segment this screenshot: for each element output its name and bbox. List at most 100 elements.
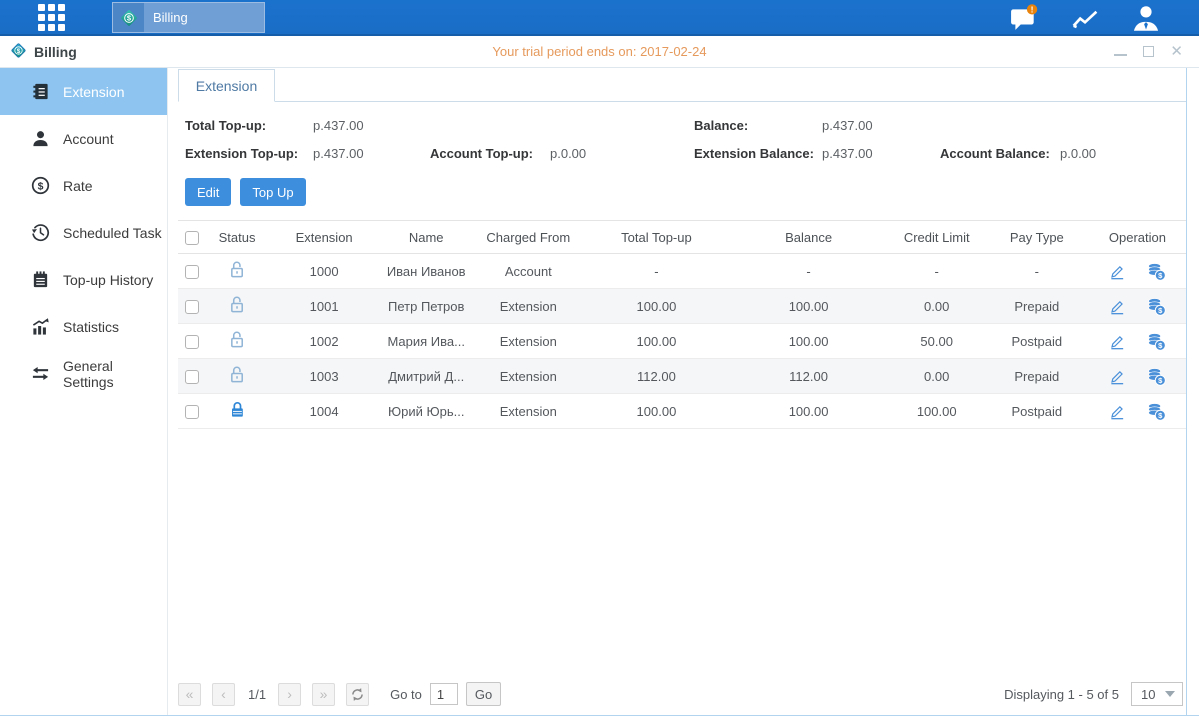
top-up-coins-icon[interactable]: $ [1147,402,1166,421]
col-name: Name [380,221,472,254]
col-credit-limit: Credit Limit [889,221,985,254]
minimize-button[interactable] [1114,47,1127,56]
close-button[interactable]: ✕ [1170,46,1183,57]
next-page-button[interactable]: › [278,683,301,706]
cell-total-topup: 100.00 [584,289,728,324]
edit-icon[interactable] [1109,263,1126,280]
cell-name: Юрий Юрь... [380,394,472,429]
status-unlocked-icon [229,260,246,279]
table-row: 1004 Юрий Юрь... Extension 100.00 100.00… [178,394,1186,429]
first-page-button[interactable]: « [178,683,201,706]
general-settings-icon [31,364,50,383]
sidebar-item-label: Scheduled Task [63,225,162,241]
cell-extension: 1001 [268,289,380,324]
status-unlocked-icon [229,295,246,314]
table-row: 1002 Мария Ива... Extension 100.00 100.0… [178,324,1186,359]
cell-total-topup: - [584,254,728,289]
app-grid-icon[interactable] [38,4,65,31]
col-operation: Operation [1089,221,1186,254]
cell-pay-type: - [985,254,1089,289]
balance-value: p.437.00 [822,118,940,133]
system-topbar: $ Billing ! [0,0,1199,36]
col-pay-type: Pay Type [985,221,1089,254]
row-checkbox[interactable] [185,265,199,279]
cell-extension: 1000 [268,254,380,289]
cell-pay-type: Prepaid [985,289,1089,324]
extension-icon [31,82,50,101]
cell-credit-limit: 100.00 [889,394,985,429]
goto-label: Go to [390,687,422,702]
topup-history-icon [31,270,50,289]
balance-label: Balance: [694,118,822,133]
pagination-bar: « ‹ 1/1 › » Go to Go Displaying 1 - 5 of… [178,682,1183,706]
extensions-table: Status Extension Name Charged From Total… [178,220,1186,429]
row-checkbox[interactable] [185,300,199,314]
row-checkbox[interactable] [185,335,199,349]
row-checkbox[interactable] [185,405,199,419]
cell-name: Дмитрий Д... [380,359,472,394]
top-up-button[interactable]: Top Up [240,178,305,206]
extension-balance-value: p.437.00 [822,146,940,161]
prev-page-button[interactable]: ‹ [212,683,235,706]
top-up-coins-icon[interactable]: $ [1147,262,1166,281]
last-page-button[interactable]: » [312,683,335,706]
sidebar-item-account[interactable]: Account [0,115,167,162]
top-up-coins-icon[interactable]: $ [1147,367,1166,386]
row-checkbox[interactable] [185,370,199,384]
sidebar: Extension Account $ Rate Scheduled Task [0,68,168,715]
cell-charged-from: Account [472,254,584,289]
sidebar-item-statistics[interactable]: Statistics [0,303,167,350]
edit-icon[interactable] [1109,403,1126,420]
messages-icon[interactable]: ! [1007,4,1041,32]
cell-balance: 100.00 [729,324,889,359]
user-icon[interactable] [1129,4,1163,32]
cell-total-topup: 100.00 [584,394,728,429]
cell-balance: 100.00 [729,289,889,324]
taskbar-billing-button[interactable]: $ Billing [112,2,265,33]
maximize-button[interactable] [1143,46,1154,57]
refresh-button[interactable] [346,683,369,706]
account-icon [31,129,50,148]
monitor-chart-icon[interactable] [1068,4,1102,32]
sidebar-item-label: Statistics [63,319,119,335]
total-topup-value: p.437.00 [313,118,430,133]
col-total-topup: Total Top-up [584,221,728,254]
col-balance: Balance [729,221,889,254]
sidebar-item-general-settings[interactable]: General Settings [0,350,167,397]
account-balance-label: Account Balance: [940,146,1060,161]
edit-icon[interactable] [1109,368,1126,385]
cell-charged-from: Extension [472,324,584,359]
select-all-checkbox[interactable] [185,231,199,245]
sidebar-item-topup-history[interactable]: Top-up History [0,256,167,303]
goto-page-input[interactable] [430,683,458,705]
edit-icon[interactable] [1109,298,1126,315]
tab-strip: Extension [178,68,1186,102]
status-unlocked-icon [229,365,246,384]
page-size-select[interactable]: 10 [1131,682,1183,706]
tab-extension[interactable]: Extension [178,69,275,102]
trial-message: Your trial period ends on: 2017-02-24 [0,44,1199,59]
col-charged-from: Charged From [472,221,584,254]
edit-button[interactable]: Edit [185,178,231,206]
top-up-coins-icon[interactable]: $ [1147,297,1166,316]
sidebar-item-scheduled-task[interactable]: Scheduled Task [0,209,167,256]
cell-name: Петр Петров [380,289,472,324]
cell-pay-type: Postpaid [985,394,1089,429]
page-title: Billing [34,44,77,60]
go-button[interactable]: Go [466,682,501,706]
sidebar-item-rate[interactable]: $ Rate [0,162,167,209]
window-header: $ Billing Your trial period ends on: 201… [0,36,1199,68]
cell-pay-type: Postpaid [985,324,1089,359]
sidebar-item-extension[interactable]: Extension [0,68,167,115]
top-up-coins-icon[interactable]: $ [1147,332,1166,351]
svg-text:$: $ [38,181,44,192]
edit-icon[interactable] [1109,333,1126,350]
col-extension: Extension [268,221,380,254]
table-row: 1000 Иван Иванов Account - - - - [178,254,1186,289]
statistics-icon [31,317,50,336]
billing-diamond-icon: $ [10,42,27,62]
cell-charged-from: Extension [472,359,584,394]
taskbar-billing-label: Billing [153,10,188,25]
status-locked-icon [229,400,246,419]
account-topup-label: Account Top-up: [430,146,550,161]
